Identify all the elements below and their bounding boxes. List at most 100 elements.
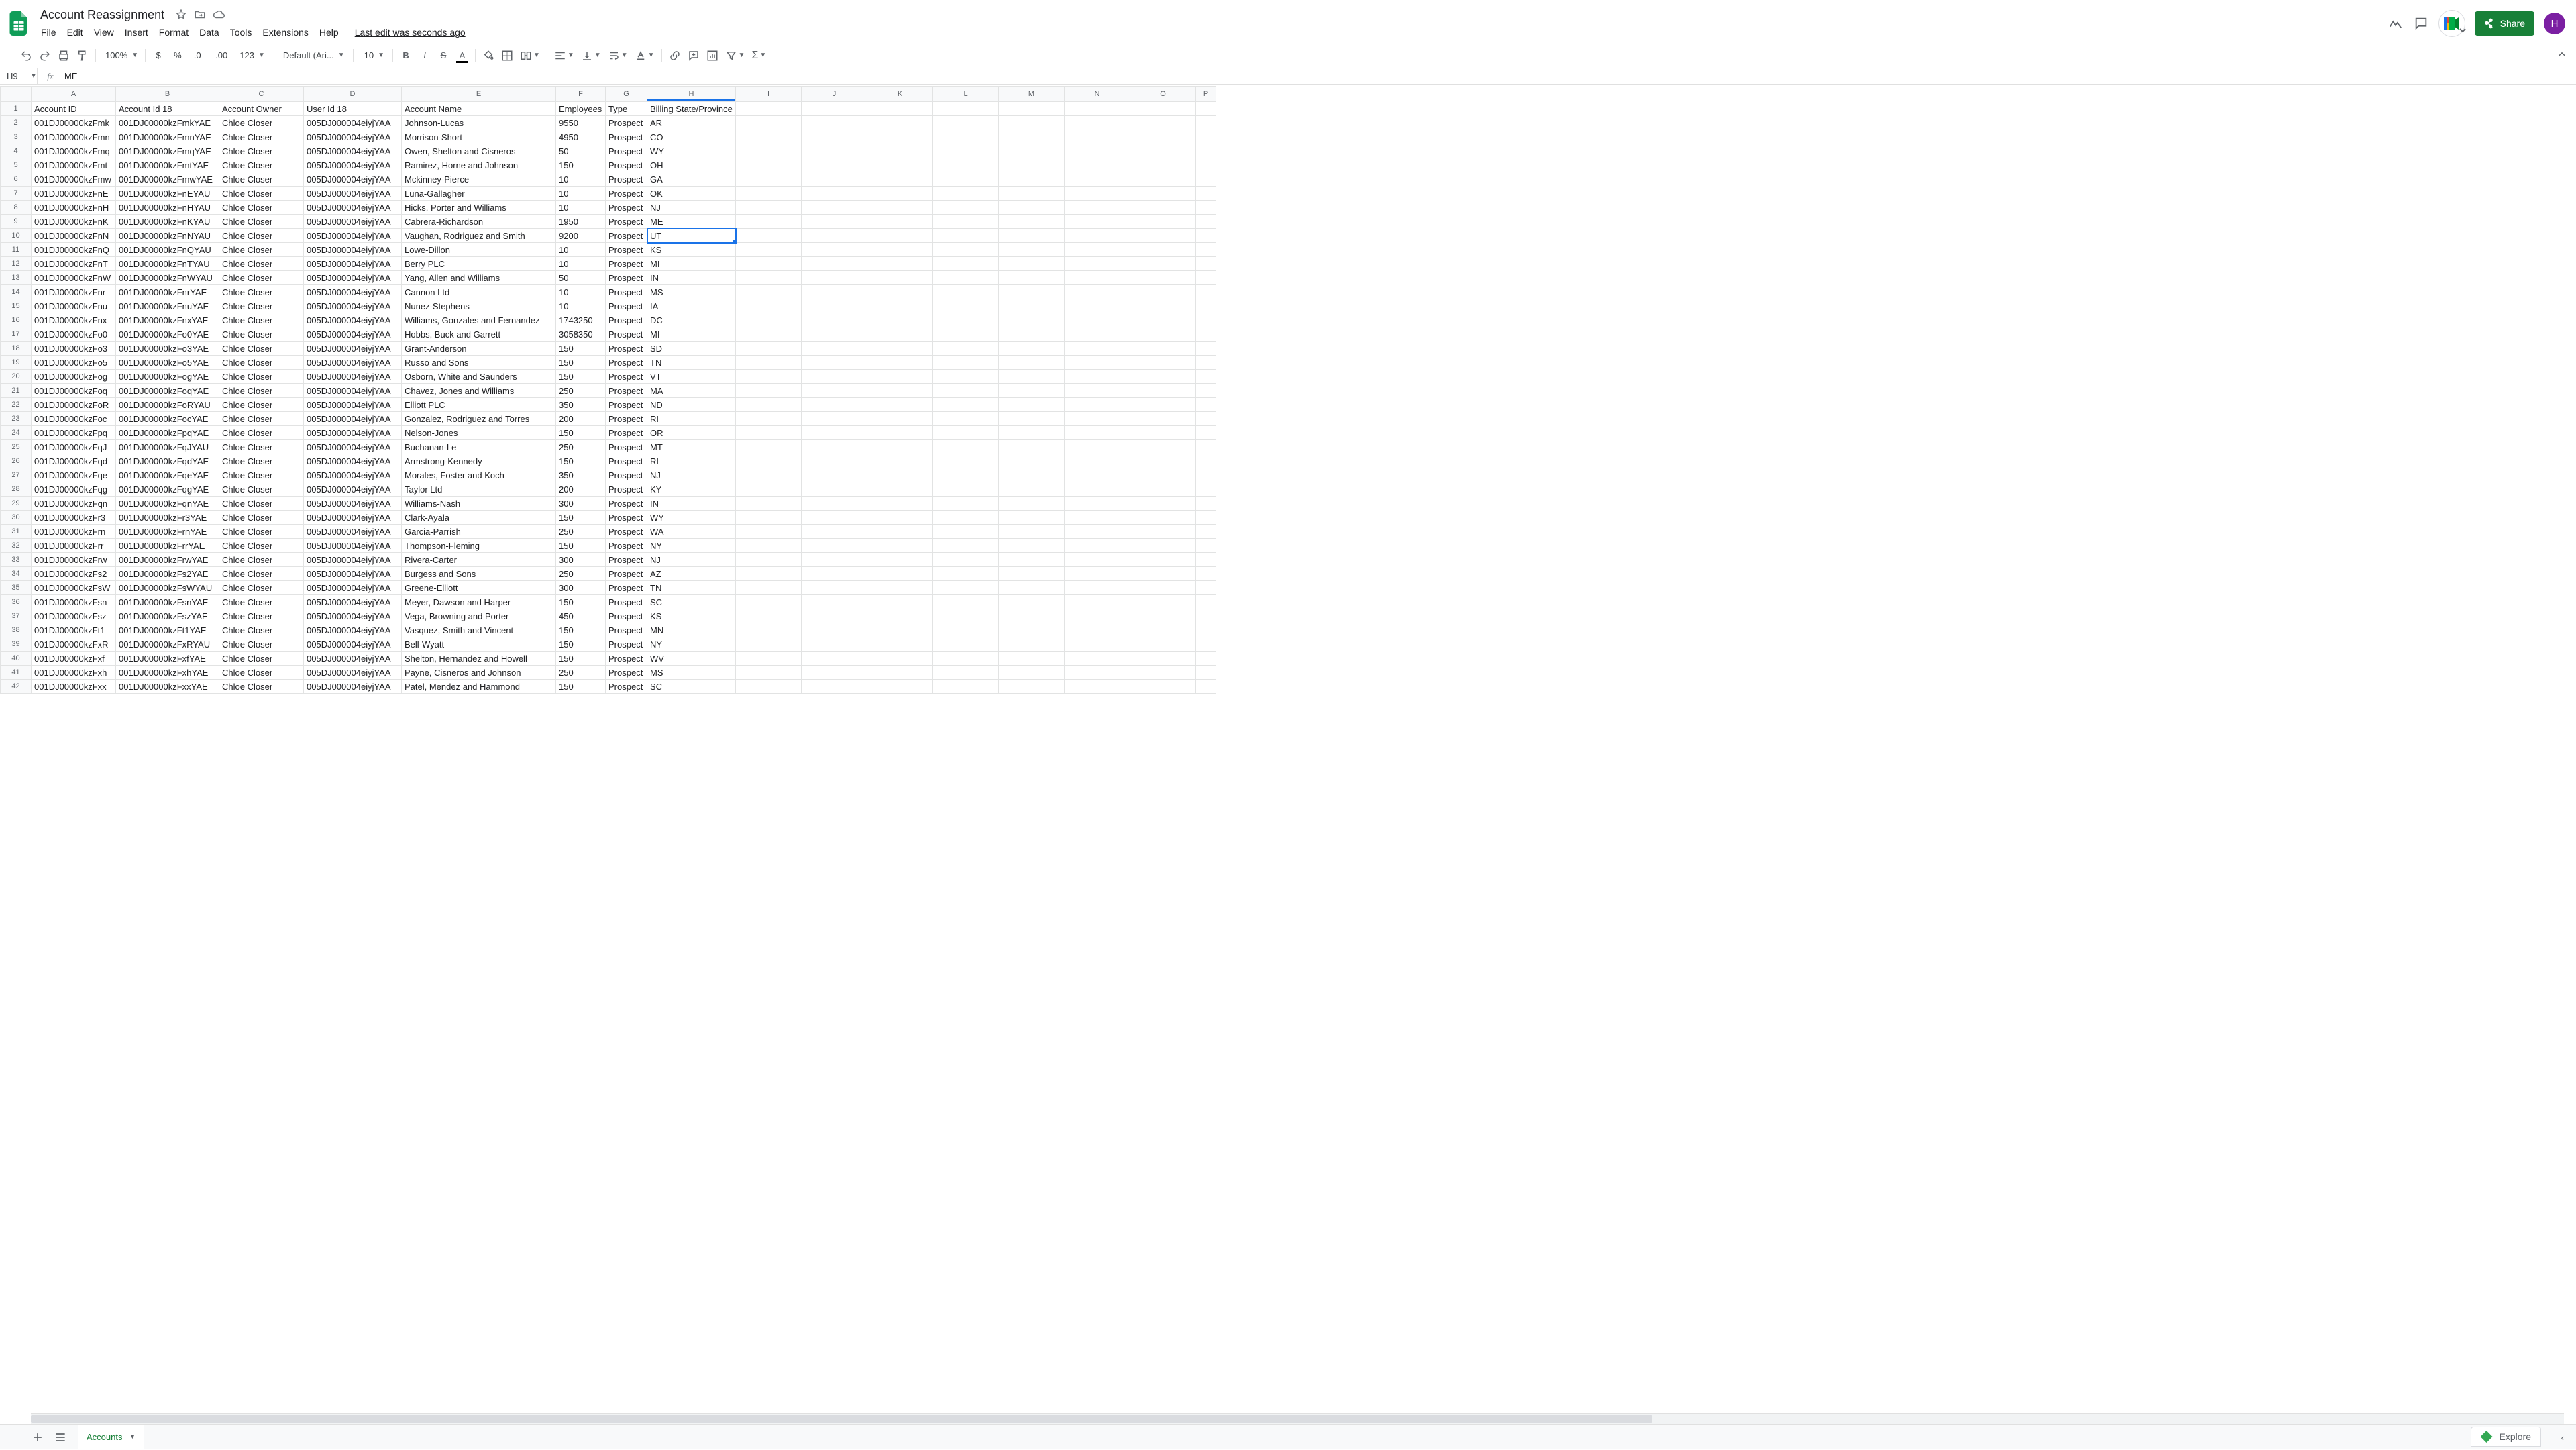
cell[interactable]: 10 [556, 187, 606, 201]
cell[interactable] [736, 539, 802, 553]
cell[interactable]: 001DJ00000kzFnQ [32, 243, 116, 257]
cell[interactable]: 001DJ00000kzFogYAE [116, 370, 219, 384]
cell[interactable] [736, 313, 802, 327]
increase-decimal-button[interactable]: .00 [210, 47, 233, 64]
cell[interactable] [736, 511, 802, 525]
cell[interactable] [867, 102, 933, 116]
cell[interactable]: 005DJ000004eiyjYAA [304, 426, 402, 440]
cell[interactable]: MI [647, 257, 736, 271]
cell[interactable] [867, 497, 933, 511]
cell[interactable] [1065, 384, 1130, 398]
cell[interactable]: AR [647, 116, 736, 130]
cell[interactable]: Chloe Closer [219, 243, 304, 257]
insert-link-button[interactable] [666, 47, 684, 64]
activity-icon[interactable] [2387, 15, 2404, 32]
row-header[interactable]: 35 [1, 581, 32, 595]
cell[interactable] [1065, 440, 1130, 454]
cell[interactable]: 001DJ00000kzFqn [32, 497, 116, 511]
cell[interactable] [933, 482, 999, 497]
cell[interactable]: Prospect [606, 539, 647, 553]
row-header[interactable]: 2 [1, 116, 32, 130]
cell[interactable]: 005DJ000004eiyjYAA [304, 327, 402, 342]
cell[interactable] [1130, 497, 1196, 511]
cell[interactable]: Mckinney-Pierce [402, 172, 556, 187]
cell[interactable]: 10 [556, 172, 606, 187]
cell[interactable]: Prospect [606, 652, 647, 666]
cell[interactable]: 001DJ00000kzFqe [32, 468, 116, 482]
cell[interactable] [867, 412, 933, 426]
cell[interactable] [867, 285, 933, 299]
cell[interactable] [1196, 440, 1216, 454]
cell[interactable] [999, 567, 1065, 581]
cell[interactable] [1065, 158, 1130, 172]
cell[interactable]: Garcia-Parrish [402, 525, 556, 539]
cell[interactable]: 005DJ000004eiyjYAA [304, 285, 402, 299]
cell[interactable] [736, 468, 802, 482]
sheet-tab-accounts[interactable]: Accounts▼ [78, 1425, 144, 1450]
cell[interactable] [933, 525, 999, 539]
cell[interactable] [1130, 313, 1196, 327]
cell[interactable] [802, 130, 867, 144]
cell[interactable] [1065, 581, 1130, 595]
cell[interactable] [736, 454, 802, 468]
cell[interactable] [802, 609, 867, 623]
cell[interactable]: OR [647, 426, 736, 440]
cell[interactable] [1196, 454, 1216, 468]
cell[interactable]: 200 [556, 482, 606, 497]
cell[interactable] [933, 201, 999, 215]
cell[interactable]: Chloe Closer [219, 257, 304, 271]
share-button[interactable]: Share [2475, 11, 2534, 36]
cell[interactable]: Russo and Sons [402, 356, 556, 370]
cell[interactable] [736, 201, 802, 215]
cell[interactable]: Clark-Ayala [402, 511, 556, 525]
cell[interactable]: 250 [556, 567, 606, 581]
text-rotation-dropdown[interactable]: ▼ [632, 47, 657, 64]
cell[interactable]: Prospect [606, 482, 647, 497]
cell[interactable] [933, 271, 999, 285]
cell[interactable] [999, 440, 1065, 454]
cell[interactable] [736, 623, 802, 637]
cell[interactable]: Chloe Closer [219, 412, 304, 426]
cell[interactable] [933, 172, 999, 187]
cell[interactable]: GA [647, 172, 736, 187]
cell[interactable]: 200 [556, 412, 606, 426]
cell[interactable]: Chloe Closer [219, 581, 304, 595]
cell[interactable] [1065, 144, 1130, 158]
cell[interactable] [802, 144, 867, 158]
cell[interactable]: 001DJ00000kzFnxYAE [116, 313, 219, 327]
cell[interactable] [999, 327, 1065, 342]
cell[interactable] [867, 623, 933, 637]
cell[interactable] [1130, 595, 1196, 609]
cell[interactable]: 001DJ00000kzFsnYAE [116, 595, 219, 609]
cell[interactable] [1130, 172, 1196, 187]
cell[interactable] [802, 342, 867, 356]
cell[interactable]: Gonzalez, Rodriguez and Torres [402, 412, 556, 426]
cell[interactable]: Chloe Closer [219, 215, 304, 229]
cell[interactable]: Prospect [606, 285, 647, 299]
cell[interactable] [867, 595, 933, 609]
cell[interactable] [867, 609, 933, 623]
cell[interactable]: 005DJ000004eiyjYAA [304, 609, 402, 623]
cell[interactable]: 001DJ00000kzFrwYAE [116, 553, 219, 567]
cell[interactable]: OH [647, 158, 736, 172]
cell[interactable]: DC [647, 313, 736, 327]
cell[interactable]: Chloe Closer [219, 497, 304, 511]
cell[interactable]: Prospect [606, 581, 647, 595]
cell[interactable]: NY [647, 637, 736, 652]
format-percent-button[interactable]: % [168, 47, 187, 64]
cell[interactable] [1065, 595, 1130, 609]
cell[interactable] [867, 187, 933, 201]
cell[interactable] [999, 511, 1065, 525]
formula-input[interactable]: ME [63, 68, 2576, 84]
cell[interactable] [867, 356, 933, 370]
cell[interactable]: Yang, Allen and Williams [402, 271, 556, 285]
cell[interactable]: 005DJ000004eiyjYAA [304, 384, 402, 398]
cell[interactable]: 300 [556, 497, 606, 511]
cell[interactable]: Vega, Browning and Porter [402, 609, 556, 623]
cell[interactable]: Prospect [606, 271, 647, 285]
last-edit-link[interactable]: Last edit was seconds ago [350, 24, 470, 40]
cell[interactable]: 001DJ00000kzFo5YAE [116, 356, 219, 370]
cell[interactable]: Prospect [606, 595, 647, 609]
cell[interactable]: 150 [556, 158, 606, 172]
cell[interactable] [933, 285, 999, 299]
